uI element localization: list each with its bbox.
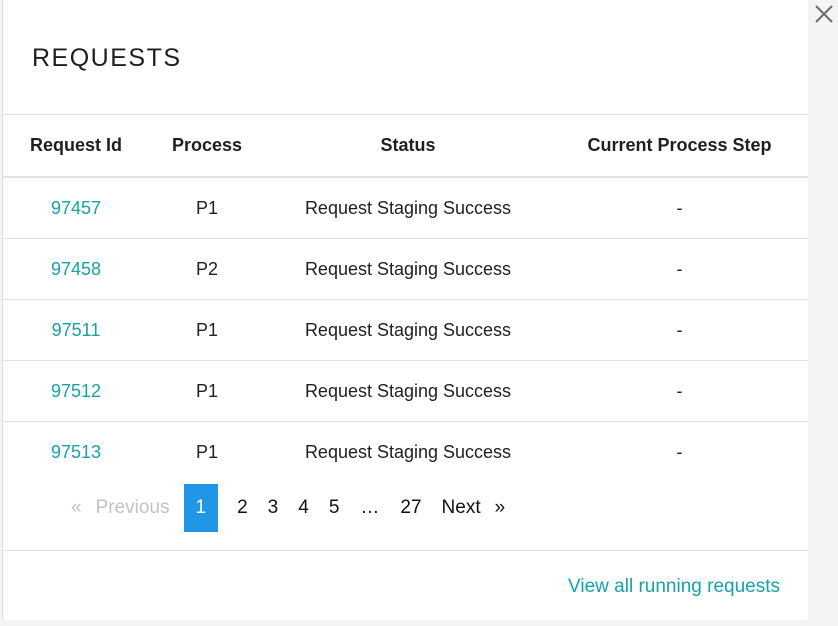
modal-header: REQUESTS xyxy=(3,0,808,115)
step-cell: - xyxy=(676,441,683,462)
pagination: « Previous 1 2 3 4 5 … 27 Next » xyxy=(3,484,808,532)
page-2-button[interactable]: 2 xyxy=(227,484,258,532)
double-chevron-left-icon: « xyxy=(71,497,82,518)
previous-page-button[interactable]: « Previous xyxy=(61,484,180,532)
request-id-link[interactable]: 97457 xyxy=(51,198,101,218)
step-cell: - xyxy=(551,238,808,300)
process-cell: P1 xyxy=(149,299,265,361)
header-process: Process xyxy=(149,115,265,178)
table-row: 97511 P1 Request Staging Success - xyxy=(3,299,808,361)
next-label: Next xyxy=(441,497,481,518)
process-cell: P1 xyxy=(149,360,265,422)
step-cell: - xyxy=(551,299,808,361)
table-header-row: Request Id Process Status Current Proces… xyxy=(3,115,808,178)
modal-footer: View all running requests xyxy=(3,550,808,620)
pagination-ellipsis: … xyxy=(360,497,380,518)
close-button[interactable] xyxy=(812,2,836,26)
header-current-process-step: Current Process Step xyxy=(551,115,808,178)
status-cell: Request Staging Success xyxy=(265,299,551,361)
step-cell: - xyxy=(551,360,808,422)
request-id-link[interactable]: 97511 xyxy=(52,320,101,340)
step-cell: - xyxy=(551,177,808,239)
view-all-running-requests-link[interactable]: View all running requests xyxy=(568,576,780,598)
table-row: 97458 P2 Request Staging Success - xyxy=(3,238,808,300)
table-row: 97457 P1 Request Staging Success - xyxy=(3,177,808,239)
status-cell: Request Staging Success xyxy=(265,177,551,239)
status-cell: Request Staging Success xyxy=(265,360,551,422)
request-id-link[interactable]: 97458 xyxy=(51,259,101,279)
requests-table: Request Id Process Status Current Proces… xyxy=(3,115,808,482)
header-request-id: Request Id xyxy=(3,115,149,178)
close-icon xyxy=(815,5,833,23)
requests-modal: REQUESTS Request Id Process Status Curre… xyxy=(2,0,808,620)
status-cell: Request Staging Success xyxy=(265,238,551,300)
page-1-button[interactable]: 1 xyxy=(183,484,219,532)
page-5-button[interactable]: 5 xyxy=(319,484,350,532)
process-cell: P2 xyxy=(149,238,265,300)
page-3-button[interactable]: 3 xyxy=(258,484,289,532)
process-cell: P1 xyxy=(195,441,219,462)
table-row: 97513 P1 Request Staging Success - xyxy=(3,422,808,483)
next-page-button[interactable]: Next » xyxy=(432,484,516,532)
request-id-link[interactable]: 97512 xyxy=(51,381,101,401)
modal-title: REQUESTS xyxy=(32,43,182,72)
request-id-link[interactable]: 97513 xyxy=(51,442,101,462)
double-chevron-right-icon: » xyxy=(494,497,506,518)
page-27-button[interactable]: 27 xyxy=(390,484,431,532)
previous-label: Previous xyxy=(95,497,170,518)
header-status: Status xyxy=(265,115,551,178)
table-row: 97512 P1 Request Staging Success - xyxy=(3,360,808,422)
status-cell: Request Staging Success xyxy=(304,441,512,462)
process-cell: P1 xyxy=(149,177,265,239)
page-4-button[interactable]: 4 xyxy=(288,484,319,532)
